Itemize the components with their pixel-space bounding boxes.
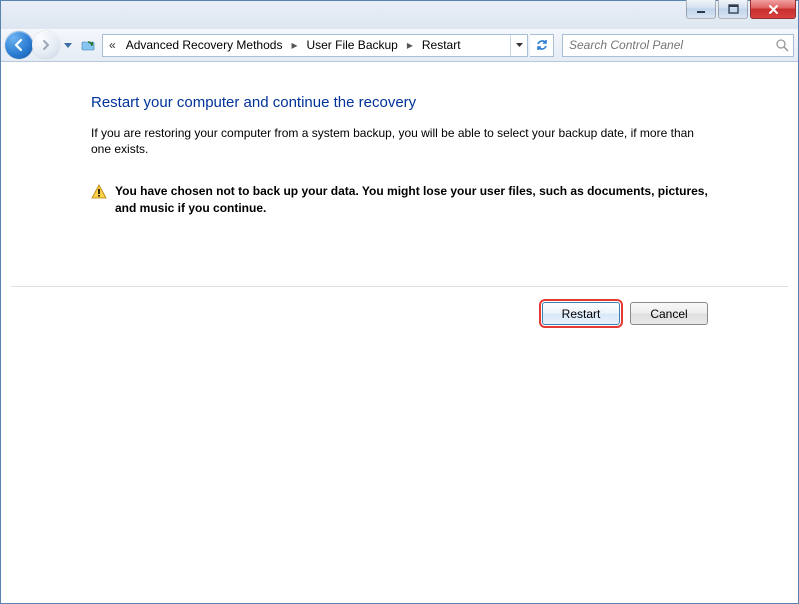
- maximize-button[interactable]: [718, 0, 748, 19]
- page-description: If you are restoring your computer from …: [91, 125, 708, 157]
- titlebar: [1, 1, 798, 29]
- breadcrumb-overflow-icon[interactable]: «: [103, 38, 122, 52]
- warning-block: You have chosen not to back up your data…: [91, 183, 708, 215]
- divider: [11, 286, 788, 287]
- search-icon[interactable]: [775, 38, 789, 52]
- breadcrumb-separator-icon[interactable]: ▸: [402, 38, 418, 52]
- window-controls: [686, 0, 796, 19]
- button-row: Restart Cancel: [542, 302, 708, 325]
- breadcrumb-seg-advanced-recovery[interactable]: Advanced Recovery Methods: [122, 38, 287, 52]
- minimize-button[interactable]: [686, 0, 716, 19]
- nav-history-dropdown[interactable]: [62, 36, 74, 54]
- search-box[interactable]: [562, 34, 794, 57]
- navigation-bar: « Advanced Recovery Methods ▸ User File …: [1, 29, 798, 62]
- restart-button[interactable]: Restart: [542, 302, 620, 325]
- cancel-button[interactable]: Cancel: [630, 302, 708, 325]
- warning-text: You have chosen not to back up your data…: [115, 183, 708, 215]
- content-area: Restart your computer and continue the r…: [1, 62, 798, 603]
- refresh-button[interactable]: [530, 34, 554, 57]
- nav-back-button[interactable]: [5, 31, 33, 59]
- breadcrumb-seg-user-file-backup[interactable]: User File Backup: [302, 38, 401, 52]
- nav-forward-button[interactable]: [32, 31, 60, 59]
- close-button[interactable]: [750, 0, 796, 19]
- breadcrumb-seg-restart[interactable]: Restart: [418, 38, 465, 52]
- warning-icon: [91, 184, 107, 200]
- breadcrumb-dropdown[interactable]: [510, 35, 527, 56]
- search-input[interactable]: [567, 37, 775, 53]
- breadcrumb-separator-icon[interactable]: ▸: [286, 38, 302, 52]
- breadcrumb[interactable]: « Advanced Recovery Methods ▸ User File …: [102, 34, 528, 57]
- page-heading: Restart your computer and continue the r…: [91, 94, 708, 111]
- recovery-icon: [80, 37, 96, 53]
- control-panel-window: « Advanced Recovery Methods ▸ User File …: [0, 0, 799, 604]
